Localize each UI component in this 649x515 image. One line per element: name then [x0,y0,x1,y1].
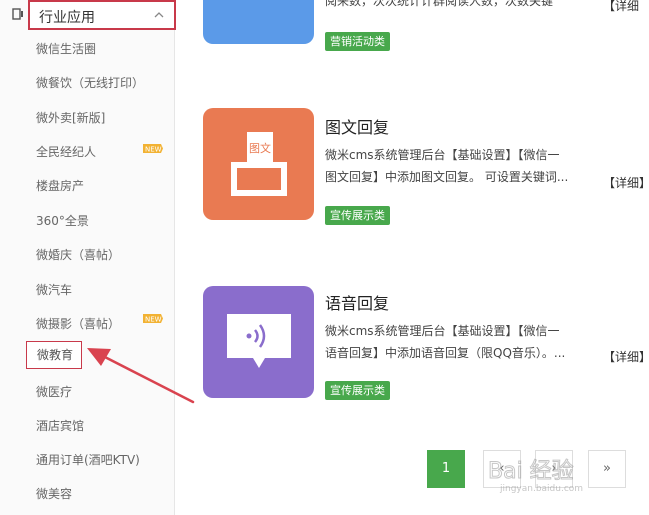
card-desc-line: 语音回复】中添加语音回复（限QQ音乐）。... [325,346,566,360]
card-title-voice: 语音回复 [325,294,390,313]
sidebar-item-takeout[interactable]: 微外卖[新版] [36,109,105,126]
card-tag-image-text: 宣传展示类 [325,206,390,225]
svg-text:图文: 图文 [249,141,271,155]
new-badge-icon: NEW [143,314,163,324]
baidu-jingyan-watermark: Bai 经验 jingyan.baidu.com [478,454,628,500]
card-tag-voice: 宣传展示类 [325,381,390,400]
card-desc-voice: 微米cms系统管理后台【基础设置】【微信一 语音回复】中添加语音回复（限QQ音乐… [325,320,610,364]
card-icon-marketing[interactable]: 文大 [203,0,314,44]
sidebar-item-real-estate[interactable]: 楼盘房产 [36,177,84,194]
image-text-icon: 图文 [231,132,287,196]
sidebar-item-panorama[interactable]: 360°全景 [36,212,89,229]
card-desc-line: 微米cms系统管理后台【基础设置】【微信一 [325,324,560,338]
new-badge-icon: NEW [143,144,163,154]
card-desc-line: 微米cms系统管理后台【基础设置】【微信一 [325,148,560,162]
annotation-arrow [87,348,195,404]
page-1-button[interactable]: 1 [427,450,465,488]
sidebar-item-car[interactable]: 微汽车 [36,281,72,298]
card-icon-voice[interactable] [203,286,314,398]
sidebar-item-medical[interactable]: 微医疗 [36,383,72,400]
sidebar-item-photography[interactable]: 微摄影（喜帖） [36,315,120,332]
sidebar-item-broker[interactable]: 全民经纪人 [36,143,96,160]
industry-apps-header-box[interactable]: 行业应用 [28,0,176,30]
card-detail-link-image-text[interactable]: 【详细】 [603,174,649,191]
svg-text:Bai 经验: Bai 经验 [488,459,574,484]
sidebar-item-wechat-life[interactable]: 微信生活圈 [36,40,96,57]
watermark-url: jingyan.baidu.com [500,484,584,494]
card-title-image-text: 图文回复 [325,118,390,137]
card-icon-image-text[interactable]: 图文 [203,108,314,220]
card-desc-line: 图文回复】中添加图文回复。 可设置关键词... [325,170,569,184]
card-desc-image-text: 微米cms系统管理后台【基础设置】【微信一 图文回复】中添加图文回复。 可设置关… [325,144,610,188]
svg-text:NEW: NEW [145,316,162,324]
sidebar-item-general-order[interactable]: 通用订单(酒吧KTV) [36,451,140,468]
sidebar-item-wedding[interactable]: 微婚庆（喜帖） [36,246,120,263]
industry-apps-header[interactable]: 行业应用 [8,0,176,30]
card-detail-link-marketing[interactable]: 【详细 [603,0,639,14]
voice-icon [227,314,291,368]
industry-apps-label: 行业应用 [39,10,95,26]
svg-text:NEW: NEW [145,146,162,154]
card-tag-marketing: 营销活动类 [325,32,390,51]
sidebar-item-restaurant[interactable]: 微餐饮（无线打印） [36,74,144,91]
card-desc-marketing: 阅来数，次次统计计群阅读人数，次数关键 [325,0,554,8]
chevron-up-icon[interactable] [154,10,164,20]
sidebar-item-education[interactable]: 微教育 [26,341,83,369]
baidu-paw-logo-icon: Bai 经验 [488,459,574,485]
sidebar-item-beauty[interactable]: 微美容 [36,485,72,502]
phone-icon [12,8,23,20]
card-detail-link-voice[interactable]: 【详细】 [603,348,649,365]
sidebar: 行业应用 微信生活圈 微餐饮（无线打印） 微外卖[新版] 全民经纪人 NEW 楼… [0,0,176,515]
sidebar-item-hotel[interactable]: 酒店宾馆 [36,417,84,434]
